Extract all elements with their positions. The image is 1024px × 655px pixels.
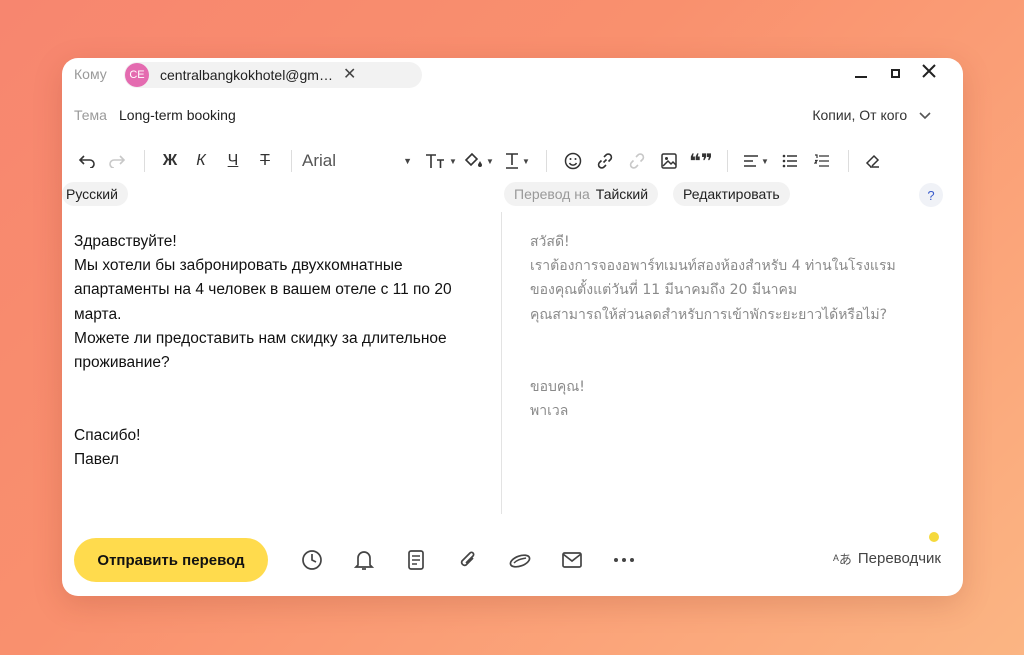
strikethrough-button[interactable]: Т xyxy=(249,148,281,174)
translated-message: สวัสดี! เราต้องการจองอพาร์ทเมนท์สองห้องส… xyxy=(530,230,950,424)
footer-actions xyxy=(286,538,650,582)
source-language-select[interactable]: Русский xyxy=(62,182,128,206)
unlink-icon[interactable] xyxy=(621,148,653,174)
translated-line: ของคุณตั้งแต่วันที่ 11 มีนาคมถึง 20 มีนา… xyxy=(530,282,798,299)
translated-line: คุณสามารถให้ส่วนลดสำหรับการเข้าพักระยะยา… xyxy=(530,306,888,323)
font-family-value: Arial xyxy=(302,151,337,170)
subject-row: Тема Long-term booking Копии, От кого xyxy=(62,102,963,128)
remove-recipient-icon[interactable]: ✕ xyxy=(343,67,356,83)
translator-label: Переводчик xyxy=(857,550,941,567)
envelope-icon[interactable] xyxy=(546,538,598,582)
compose-footer: Отправить перевод ᴬあ Переводчик xyxy=(74,532,951,583)
message-line: Спасибо! xyxy=(74,426,141,444)
clear-format-icon[interactable] xyxy=(859,148,887,174)
message-line: Можете ли предоставить нам скидку за дли… xyxy=(74,329,447,347)
help-button[interactable]: ? xyxy=(919,183,943,207)
close-icon[interactable] xyxy=(921,64,937,83)
send-translation-button[interactable]: Отправить перевод xyxy=(74,538,268,582)
translated-line xyxy=(530,327,950,351)
more-options-icon[interactable] xyxy=(598,538,650,582)
font-size-icon[interactable]: ▼ xyxy=(422,148,460,174)
template-document-icon[interactable] xyxy=(390,538,442,582)
subject-input[interactable]: Long-term booking xyxy=(119,107,236,123)
avatar: CE xyxy=(125,63,149,87)
schedule-clock-icon[interactable] xyxy=(286,538,338,582)
message-line: апартаменты на 4 человек в вашем отеле с… xyxy=(74,281,452,299)
window-controls xyxy=(853,64,937,83)
align-icon[interactable]: ▼ xyxy=(738,148,774,174)
message-line: марта. xyxy=(74,305,122,323)
target-language-value: Тайский xyxy=(595,186,649,202)
fill-color-icon[interactable]: ▼ xyxy=(460,148,498,174)
original-message-editor[interactable]: Здравствуйте! Мы хотели бы забронировать… xyxy=(74,230,484,472)
translated-line xyxy=(530,351,950,375)
italic-button[interactable]: К xyxy=(185,148,217,174)
translation-bar: Русский Перевод на Тайский Редактировать… xyxy=(62,182,963,208)
reminder-bell-icon[interactable] xyxy=(338,538,390,582)
translated-line: พาเวล xyxy=(530,403,569,420)
compose-window: Кому CE centralbangkokhotel@gm… ✕ Тема L… xyxy=(62,58,963,596)
subject-label: Тема xyxy=(74,107,107,123)
translated-line: สวัสดี! xyxy=(530,234,570,250)
minimize-icon[interactable] xyxy=(853,65,869,83)
toolbar-divider xyxy=(546,150,547,172)
redo-icon[interactable] xyxy=(100,148,134,174)
bold-button[interactable]: Ж xyxy=(155,148,185,174)
message-line: Здравствуйте! xyxy=(74,233,177,250)
chevron-down-icon xyxy=(919,109,931,123)
target-language-prefix: Перевод на xyxy=(514,186,590,202)
disk-attach-icon[interactable] xyxy=(494,538,546,582)
copies-label: Копии, От кого xyxy=(812,107,908,123)
translator-toggle[interactable]: ᴬあ Переводчик xyxy=(833,549,941,568)
message-line: Павел xyxy=(74,450,119,468)
image-icon[interactable] xyxy=(653,148,685,174)
copies-toggle[interactable]: Копии, От кого xyxy=(812,107,931,123)
toolbar-divider xyxy=(291,150,292,172)
caret-down-icon: ▼ xyxy=(403,156,412,166)
recipient-row: Кому CE centralbangkokhotel@gm… ✕ xyxy=(62,58,963,92)
translated-line: เราต้องการจองอพาร์ทเมนท์สองห้องสำหรับ 4 … xyxy=(530,258,896,275)
maximize-icon[interactable] xyxy=(887,65,903,83)
to-label: Кому xyxy=(74,66,107,82)
numbered-list-icon[interactable] xyxy=(806,148,838,174)
emoji-icon[interactable] xyxy=(557,148,589,174)
pane-divider xyxy=(501,212,502,514)
toolbar-divider xyxy=(144,150,145,172)
edit-translation-button[interactable]: Редактировать xyxy=(673,182,790,206)
message-line: Мы хотели бы забронировать двухкомнатные xyxy=(74,257,403,275)
recipient-chip[interactable]: CE centralbangkokhotel@gm… ✕ xyxy=(124,62,422,88)
message-line xyxy=(74,399,484,423)
toolbar-divider xyxy=(848,150,849,172)
text-color-icon[interactable]: ▼ xyxy=(498,148,536,174)
underline-button[interactable]: Ч xyxy=(217,148,249,174)
bullet-list-icon[interactable] xyxy=(774,148,806,174)
recipient-address: centralbangkokhotel@gm… xyxy=(160,67,333,83)
message-line xyxy=(74,375,484,399)
toolbar-divider xyxy=(727,150,728,172)
translated-line: ขอบคุณ! xyxy=(530,379,585,396)
font-family-select[interactable]: Arial ▼ xyxy=(302,148,412,174)
notification-dot xyxy=(929,532,939,542)
quote-icon[interactable]: ❝❞ xyxy=(685,148,717,174)
translate-icon: ᴬあ xyxy=(832,552,852,567)
link-icon[interactable] xyxy=(589,148,621,174)
target-language-select[interactable]: Перевод на Тайский xyxy=(504,182,659,206)
attachment-clip-icon[interactable] xyxy=(442,538,494,582)
message-line: проживание? xyxy=(74,354,170,372)
formatting-toolbar: Ж К Ч Т Arial ▼ ▼ ▼ ▼ ❝❞ ▼ xyxy=(74,148,887,174)
undo-icon[interactable] xyxy=(74,148,100,174)
